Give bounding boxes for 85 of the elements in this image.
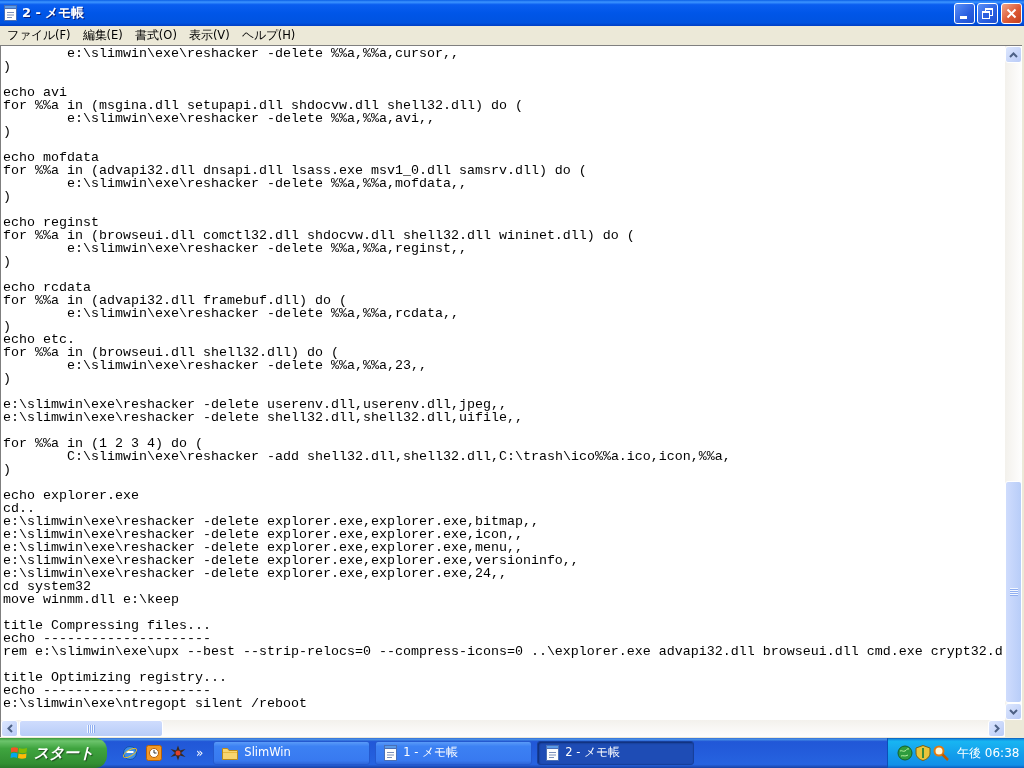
code-line: for %%a in (advapi32.dll framebuf.dll) do (: [3, 294, 347, 307]
scroll-left-button[interactable]: [1, 720, 18, 737]
code-line: for %%a in (advapi32.dll dnsapi.dll lsass.exe msv1_0.dll samsrv.dll) do (: [3, 164, 587, 177]
vertical-scrollbar[interactable]: [1005, 45, 1022, 720]
menu-item[interactable]: ヘルプ(H): [235, 26, 302, 45]
code-line: for %%a in (browseui.dll comctl32.dll shdocvw.dll shell32.dll wininet.dll) do (: [3, 229, 635, 242]
code-line: echo avi: [3, 86, 67, 99]
expand-toolbar-button[interactable]: »: [194, 747, 206, 759]
code-line: ): [3, 190, 11, 203]
code-line: for %%a in (msgina.dll setupapi.dll shdocvw.dll shell32.dll) do (: [3, 99, 523, 112]
code-line: e:\slimwin\exe\reshacker -delete explorer.exe,explorer.exe,bitmap,,: [3, 515, 539, 528]
code-line: echo reginst: [3, 216, 99, 229]
clock: 午後 06:38: [957, 745, 1020, 762]
globe-icon[interactable]: [897, 745, 913, 761]
code-line: e:\slimwin\exe\reshacker -delete %%a,%%a,23,,: [67, 359, 427, 372]
horizontal-scrollbar[interactable]: [0, 720, 1005, 737]
code-line: e:\slimwin\exe\reshacker -delete %%a,%%a,avi,,: [67, 112, 435, 125]
close-button[interactable]: [1001, 2, 1022, 24]
code-line: e:\slimwin\exe\reshacker -delete explorer.exe,explorer.exe,icon,,: [3, 528, 523, 541]
code-line: ): [3, 372, 11, 385]
folder-icon: [222, 746, 239, 760]
code-line: e:\slimwin\exe\reshacker -delete shell32.dll,shell32.dll,uifile,,: [3, 411, 523, 424]
minimize-icon: [960, 15, 967, 19]
code-line: ): [3, 255, 11, 268]
starburst-icon[interactable]: [170, 745, 186, 761]
menu-item[interactable]: 表示(V): [182, 26, 236, 45]
menu-item[interactable]: ファイル(F): [1, 26, 77, 45]
code-line: ): [3, 320, 11, 333]
menu-item[interactable]: 書式(O): [128, 26, 183, 45]
flag-icon: [10, 745, 28, 761]
code-line: cd..: [3, 502, 35, 515]
code-line: e:\slimwin\exe\reshacker -delete userenv.dll,userenv.dll,jpeg,,: [3, 398, 507, 411]
notepad-icon: [546, 745, 560, 761]
scrollbar-thumb[interactable]: [19, 720, 163, 737]
scroll-down-button[interactable]: [1005, 703, 1022, 720]
code-line: rem e:\slimwin\exe\upx --best --strip-relocs=0 --compress-icons=0 ..\explorer.exe advapi32.dll browseui.dll cmd.exe crypt32.d: [3, 645, 1003, 658]
code-line: for %%a in (browseui.dll shell32.dll) do (: [3, 346, 339, 359]
code-line: echo ---------------------: [3, 684, 211, 697]
minimize-button[interactable]: [954, 2, 975, 24]
code-line: cd system32: [3, 580, 91, 593]
code-line: e:\slimwin\exe\reshacker -delete explorer.exe,explorer.exe,versioninfo,,: [3, 554, 579, 567]
window-title: 2 - メモ帳: [22, 4, 85, 23]
code-line: e:\slimwin\exe\reshacker -delete explorer.exe,explorer.exe,menu,,: [3, 541, 523, 554]
scroll-up-button[interactable]: [1005, 46, 1022, 63]
code-line: e:\slimwin\exe\ntregopt silent /reboot: [3, 697, 307, 710]
taskbar-button[interactable]: 1 - メモ帳: [375, 741, 533, 765]
text-editor-field[interactable]: [0, 45, 1005, 720]
chevron-down-icon: [1009, 708, 1018, 715]
restore-icon: [982, 7, 993, 19]
code-line: for %%a in (1 2 3 4) do (: [3, 437, 203, 450]
menu-item[interactable]: 編集(E): [76, 26, 129, 45]
code-line: echo ---------------------: [3, 632, 211, 645]
search-icon[interactable]: [933, 745, 949, 761]
code-line: e:\slimwin\exe\reshacker -delete %%a,%%a,reginst,,: [67, 242, 467, 255]
code-line: ): [3, 60, 11, 73]
globe-icon[interactable]: [122, 745, 138, 761]
taskbar-button[interactable]: 2 - メモ帳: [537, 741, 695, 765]
taskbar-button[interactable]: SlimWin: [213, 741, 371, 765]
grip-icon: [87, 724, 95, 733]
code-line: e:\slimwin\exe\reshacker -delete %%a,%%a,mofdata,,: [67, 177, 467, 190]
code-line: echo explorer.exe: [3, 489, 139, 502]
notepad-icon: [4, 5, 17, 21]
code-line: ): [3, 463, 11, 476]
code-line: echo etc.: [3, 333, 75, 346]
scrollbar-thumb[interactable]: [1005, 481, 1022, 703]
code-line: ): [3, 125, 11, 138]
code-line: e:\slimwin\exe\reshacker -delete explorer.exe,explorer.exe,24,,: [3, 567, 507, 580]
code-line: echo mofdata: [3, 151, 99, 164]
code-line: title Compressing files...: [3, 619, 211, 632]
code-line: C:\slimwin\exe\reshacker -add shell32.dll,shell32.dll,C:\trash\ico%%a.ico,icon,%%a,: [67, 450, 731, 463]
code-line: title Optimizing registry...: [3, 671, 227, 684]
code-line: e:\slimwin\exe\reshacker -delete %%a,%%a,cursor,,: [67, 47, 459, 60]
code-line: move winmm.dll e:\keep: [3, 593, 179, 606]
code-line: echo rcdata: [3, 281, 91, 294]
grip-icon: [1009, 588, 1018, 596]
close-icon: [1006, 7, 1017, 19]
clock-icon[interactable]: [146, 745, 162, 761]
restore-button[interactable]: [977, 2, 998, 24]
chevron-up-icon: [1009, 51, 1018, 58]
shield-icon[interactable]: [915, 745, 931, 761]
chevron-right-icon: [993, 724, 1000, 733]
code-line: e:\slimwin\exe\reshacker -delete %%a,%%a,rcdata,,: [67, 307, 459, 320]
chevron-left-icon: [6, 724, 13, 733]
notepad-icon: [384, 745, 398, 761]
scroll-right-button[interactable]: [988, 720, 1005, 737]
